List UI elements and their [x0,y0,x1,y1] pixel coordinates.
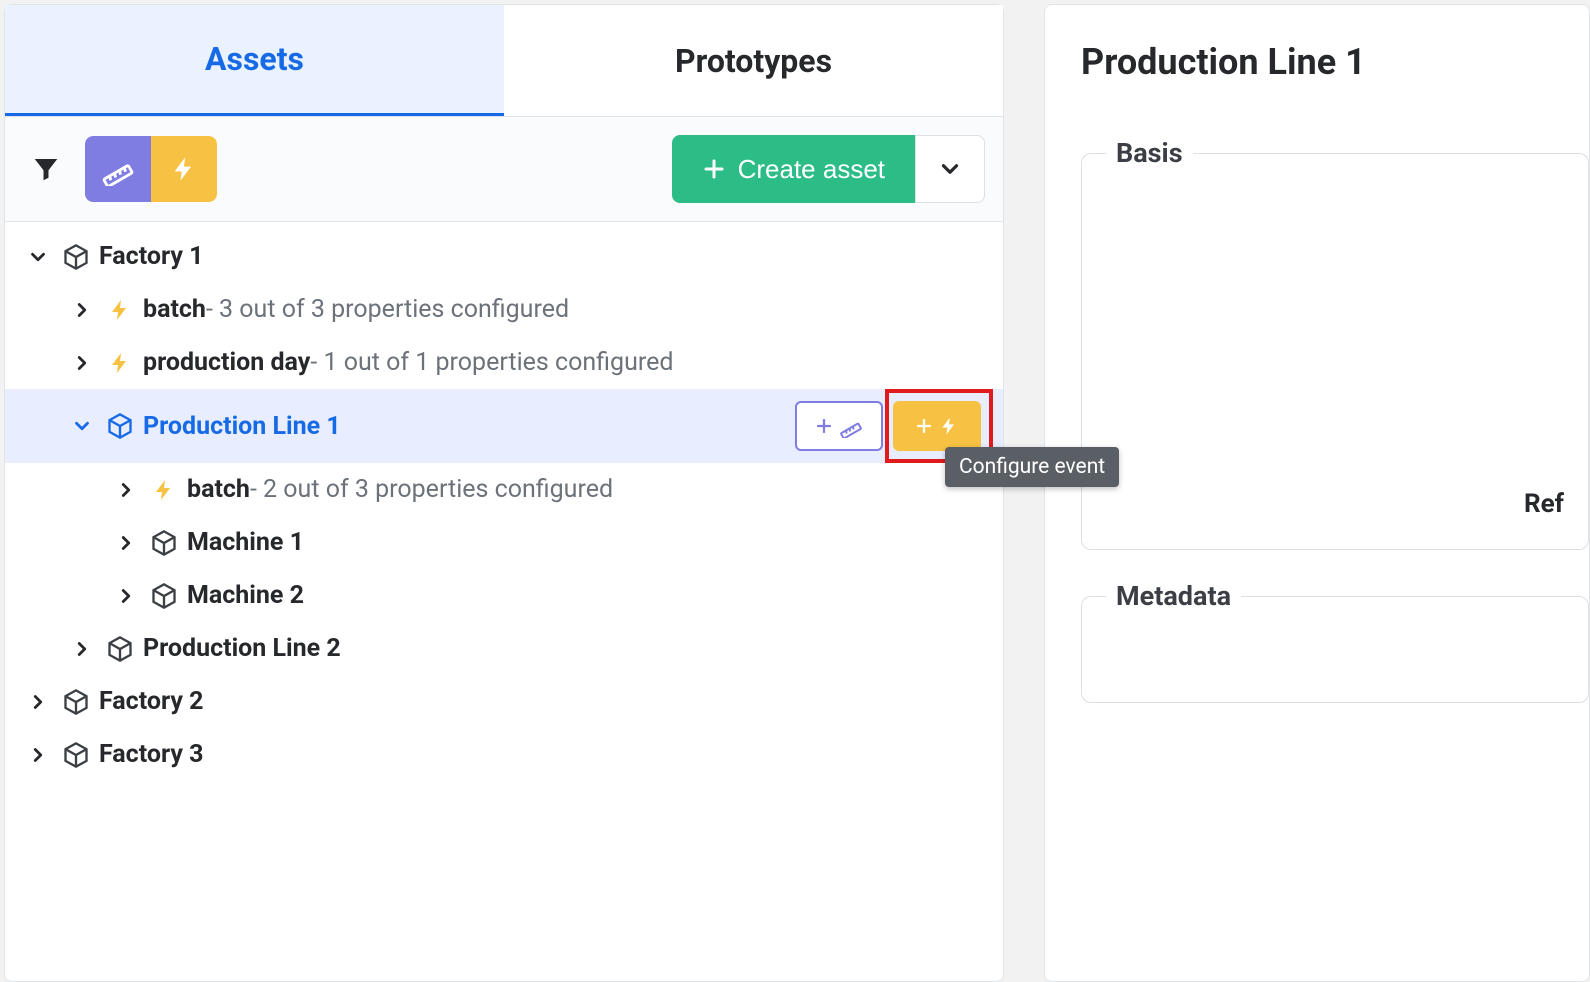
cube-icon [59,243,93,271]
chevron-right-icon[interactable] [67,638,97,660]
asset-tree: Factory 1 batch - 3 out of 3 properties … [5,222,1003,781]
bolt-icon [103,351,137,375]
tree-node-factory-2[interactable]: Factory 2 [5,675,1003,728]
tree-node-detail: - 1 out of 1 properties configured [310,348,673,377]
tree-node-production-line-2[interactable]: Production Line 2 [5,622,1003,675]
chevron-right-icon[interactable] [111,532,141,554]
chevron-right-icon[interactable] [67,352,97,374]
tree-node-factory-1[interactable]: Factory 1 [5,230,1003,283]
bolt-icon [103,298,137,322]
cube-icon [59,741,93,769]
tree-node-label: production day [143,348,310,377]
section-basis: Basis Ref [1081,137,1589,550]
row-actions: Configure event [795,401,981,451]
bolt-icon [939,416,959,436]
tree-node-label: Factory 1 [99,242,203,271]
tree-node-factory-3[interactable]: Factory 3 [5,728,1003,781]
tree-node-detail: - 3 out of 3 properties configured [206,295,569,324]
tree-node-production-day[interactable]: production day - 1 out of 1 properties c… [5,336,1003,389]
left-panel: Assets Prototypes Create asset [4,4,1004,982]
tree-node-batch-2[interactable]: batch - 2 out of 3 properties configured [5,463,1003,516]
tooltip-configure-event: Configure event [945,447,1119,487]
tree-node-label: batch [187,475,250,504]
plus-icon [702,157,726,181]
tabs: Assets Prototypes [5,5,1003,117]
ruler-icon [101,152,135,186]
view-toggle-group [85,136,217,202]
tab-assets[interactable]: Assets [5,5,504,116]
refresh-label[interactable]: Ref [1106,489,1564,519]
tab-prototypes[interactable]: Prototypes [504,5,1003,116]
add-event-button[interactable] [893,401,981,451]
tree-node-machine-2[interactable]: Machine 2 [5,569,1003,622]
create-asset-label: Create asset [738,154,885,185]
toolbar: Create asset [5,117,1003,222]
tree-node-label: Machine 2 [187,581,304,610]
chevron-right-icon[interactable] [111,479,141,501]
create-asset-button[interactable]: Create asset [672,135,915,203]
filter-icon[interactable] [23,146,69,192]
ruler-icon [839,414,863,438]
plus-icon [815,417,833,435]
tree-node-label: Production Line 1 [143,412,341,441]
cube-icon [147,582,181,610]
chevron-right-icon[interactable] [23,691,53,713]
section-metadata: Metadata [1081,580,1589,703]
tree-node-label: Production Line 2 [143,634,341,663]
chevron-down-icon [937,156,963,182]
cube-icon [147,529,181,557]
cube-icon [103,635,137,663]
tree-node-production-line-1[interactable]: Production Line 1 Configure event [5,389,1003,463]
detail-title: Production Line 1 [1081,41,1589,83]
bolt-icon [170,155,198,183]
chevron-down-icon[interactable] [23,246,53,268]
cube-icon [103,412,137,440]
tree-node-machine-1[interactable]: Machine 1 [5,516,1003,569]
toggle-events-button[interactable] [151,136,217,202]
create-asset-menu-button[interactable] [915,135,985,203]
chevron-right-icon[interactable] [23,744,53,766]
create-asset-group: Create asset [672,135,985,203]
tree-node-label: Machine 1 [187,528,304,557]
tree-node-label: batch [143,295,206,324]
section-basis-legend: Basis [1106,137,1193,169]
plus-icon [915,417,933,435]
tree-node-label: Factory 3 [99,740,203,769]
tree-node-label: Factory 2 [99,687,203,716]
cube-icon [59,688,93,716]
tree-node-detail: - 2 out of 3 properties configured [250,475,613,504]
chevron-right-icon[interactable] [67,299,97,321]
chevron-right-icon[interactable] [111,585,141,607]
chevron-down-icon[interactable] [67,415,97,437]
bolt-icon [147,478,181,502]
add-measurement-button[interactable] [795,401,883,451]
detail-panel: Production Line 1 Basis Ref Metadata [1044,4,1590,982]
section-metadata-legend: Metadata [1106,580,1241,612]
tree-node-batch-1[interactable]: batch - 3 out of 3 properties configured [5,283,1003,336]
toggle-measurements-button[interactable] [85,136,151,202]
